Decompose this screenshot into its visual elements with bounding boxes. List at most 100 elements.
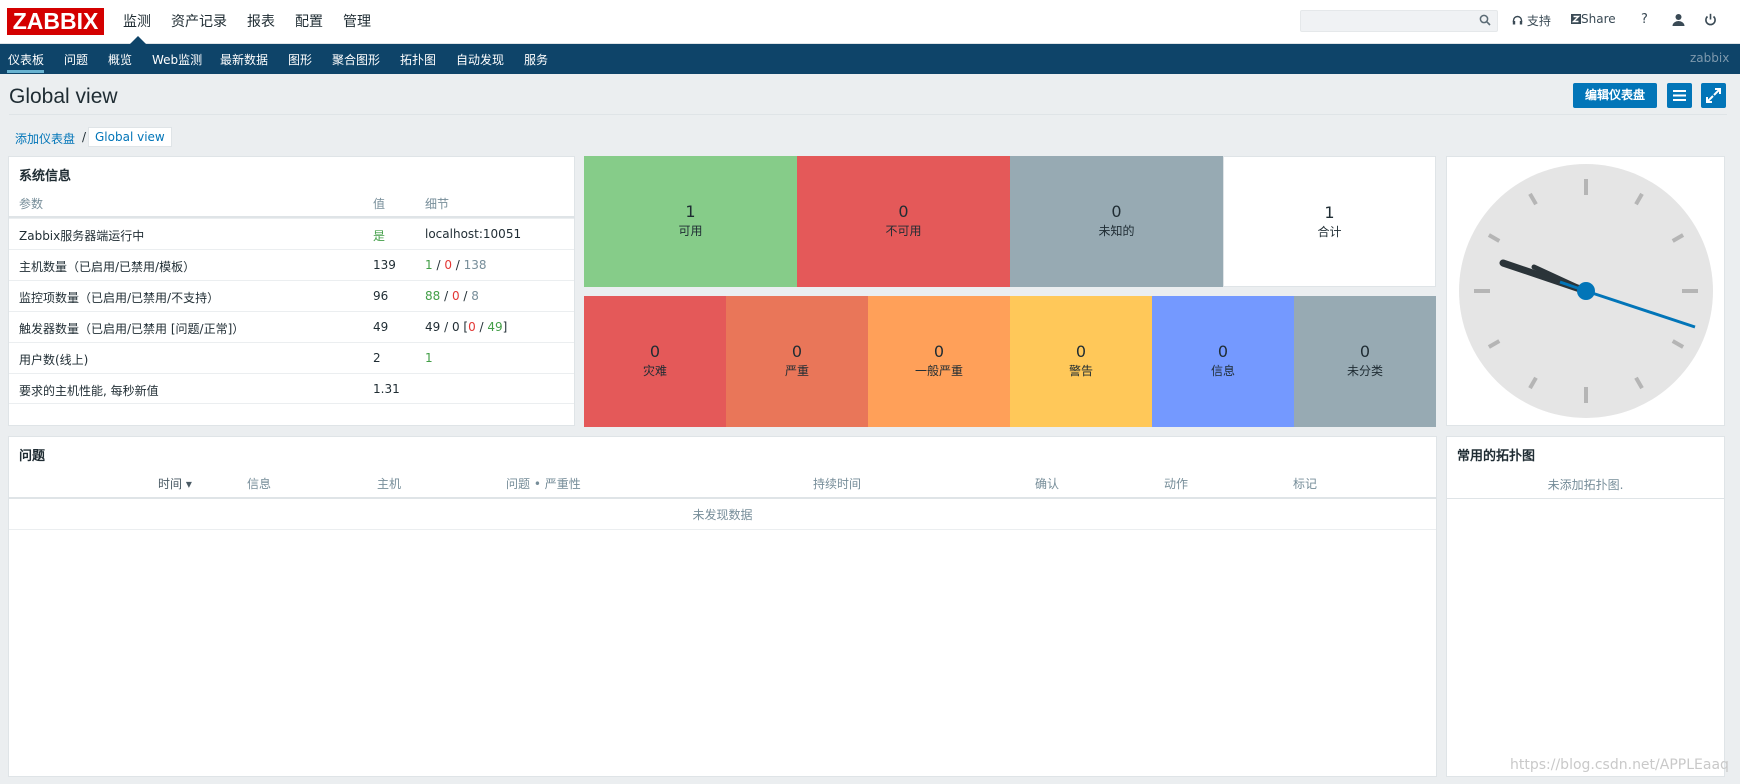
table-row: Zabbix服务器端运行中 是 localhost:10051 (9, 218, 574, 249)
row-param: 触发器数量（已启用/已禁用 [问题/正常]） (19, 322, 245, 336)
severity-warning-block[interactable]: 0 警告 (1010, 296, 1152, 427)
host-available-block[interactable]: 1 可用 (584, 156, 797, 287)
no-data-message: 未发现数据 (692, 508, 753, 522)
sign-out-icon[interactable] (1704, 13, 1717, 26)
row-detail: localhost:10051 (425, 227, 522, 241)
breadcrumb-dashboards[interactable]: 添加仪表盘 (15, 130, 75, 147)
share-label: Share (1581, 12, 1616, 26)
submenu-problems[interactable]: 问题 (64, 51, 88, 68)
row-param: 要求的主机性能, 每秒新值 (19, 384, 159, 398)
widget-title: 问题 (19, 449, 46, 464)
count: 0 (1217, 342, 1229, 361)
host-unknown-block[interactable]: 0 未知的 (1010, 156, 1223, 287)
table-row: 监控项数量（已启用/已禁用/不支持） 96 88 / 0 / 8 (9, 280, 574, 311)
zabbix-logo[interactable]: ZABBIX (7, 8, 104, 35)
col-parameter: 参数 (19, 197, 44, 211)
count: 0 (898, 202, 909, 221)
dashboard-actions-button[interactable] (1667, 83, 1692, 108)
table-row: 主机数量（已启用/已禁用/模板） 139 1 / 0 / 138 (9, 249, 574, 280)
row-detail: 1 / 0 / 138 (425, 258, 487, 272)
fullscreen-button[interactable] (1701, 83, 1726, 108)
severity-disaster-block[interactable]: 0 灾难 (584, 296, 726, 427)
menu-administration[interactable]: 管理 (343, 11, 371, 31)
support-label: 支持 (1526, 14, 1551, 28)
breadcrumb-separator: / (82, 130, 87, 144)
edit-dashboard-button[interactable]: 编辑仪表盘 (1573, 83, 1657, 108)
severity-high-block[interactable]: 0 严重 (726, 296, 868, 427)
menu-monitoring[interactable]: 监测 (123, 11, 151, 31)
col-details: 细节 (425, 197, 450, 211)
label: 合计 (1317, 225, 1342, 239)
top-bar: ZABBIX 监测 资产记录 报表 配置 管理 支持 Share ? (0, 0, 1740, 44)
col-ack: 确认 (1035, 477, 1060, 491)
label: 未知的 (1098, 224, 1135, 238)
count: 0 (1359, 342, 1371, 361)
submenu-screens[interactable]: 聚合图形 (332, 51, 380, 68)
row-value: 139 (373, 258, 396, 272)
help-icon[interactable]: ? (1641, 12, 1648, 27)
submenu-discovery[interactable]: 自动发现 (456, 51, 504, 68)
active-submenu-indicator (7, 70, 44, 73)
submenu-maps[interactable]: 拓扑图 (400, 51, 436, 68)
search-icon[interactable] (1479, 14, 1491, 26)
menu-configuration[interactable]: 配置 (295, 11, 323, 31)
widget-title: 常用的拓扑图 (1457, 449, 1536, 464)
share-link[interactable]: Share (1571, 12, 1616, 26)
breadcrumb-current[interactable]: Global view (88, 127, 172, 147)
count: 0 (791, 342, 803, 361)
col-duration: 持续时间 (813, 477, 862, 491)
severity-information-block[interactable]: 0 信息 (1152, 296, 1294, 427)
search-input[interactable] (1300, 10, 1498, 32)
row-param: Zabbix服务器端运行中 (19, 229, 145, 243)
row-value: 1.31 (373, 382, 400, 396)
share-icon (1571, 14, 1581, 24)
label: 严重 (784, 364, 809, 378)
row-param: 监控项数量（已启用/已禁用/不支持） (19, 291, 220, 305)
row-value: 96 (373, 289, 389, 303)
clock-face (1459, 164, 1713, 418)
submenu-services[interactable]: 服务 (524, 51, 548, 68)
clock-widget (1446, 156, 1725, 426)
count: 0 (1111, 202, 1122, 221)
label: 警告 (1068, 364, 1093, 378)
count: 0 (649, 342, 661, 361)
submenu-overview[interactable]: 概览 (108, 51, 132, 68)
col-info: 信息 (247, 477, 272, 491)
menu-icon (1673, 90, 1686, 101)
row-detail: 49 / 0 [0 / 49] (425, 320, 508, 334)
col-time[interactable]: 时间 ▾ (158, 475, 192, 492)
col-tags: 标记 (1293, 477, 1318, 491)
col-problem-severity: 问题 • 严重性 (506, 477, 581, 491)
row-value: 是 (373, 229, 386, 243)
host-total-block[interactable]: 1 合计 (1223, 156, 1436, 287)
headset-icon (1512, 15, 1523, 25)
fullscreen-icon (1706, 88, 1721, 103)
count: 0 (1075, 342, 1087, 361)
count: 0 (933, 342, 945, 361)
submenu-dashboard[interactable]: 仪表板 (8, 51, 44, 68)
submenu-latest-data[interactable]: 最新数据 (220, 51, 268, 68)
title-divider (9, 114, 1727, 115)
problems-widget: 问题 时间 ▾ 信息 主机 问题 • 严重性 持续时间 确认 动作 标记 未发现… (8, 436, 1437, 777)
severity-average-block[interactable]: 0 一般严重 (868, 296, 1010, 427)
watermark: https://blog.csdn.net/APPLEaaq (1510, 757, 1729, 773)
page-title: Global view (9, 85, 118, 108)
current-user: zabbix (1690, 51, 1730, 65)
row-detail: 88 / 0 / 8 (425, 289, 479, 303)
label: 不可用 (885, 224, 922, 238)
submenu-graphs[interactable]: 图形 (288, 51, 312, 68)
host-unavailable-block[interactable]: 0 不可用 (797, 156, 1010, 287)
table-row: 用户数(线上) 2 1 (9, 342, 574, 373)
user-profile-icon[interactable] (1672, 13, 1685, 26)
menu-reports[interactable]: 报表 (247, 11, 275, 31)
table-row: 要求的主机性能, 每秒新值 1.31 (9, 373, 574, 404)
severity-not-classified-block[interactable]: 0 未分类 (1294, 296, 1436, 427)
row-detail: 1 (425, 351, 433, 365)
label: 可用 (678, 224, 703, 238)
menu-inventory[interactable]: 资产记录 (171, 11, 227, 31)
row-value: 49 (373, 320, 389, 334)
support-link[interactable]: 支持 (1512, 12, 1551, 29)
host-availability-widget: 1 可用 0 不可用 0 未知的 1 合计 (584, 156, 1436, 287)
count: 1 (685, 202, 696, 221)
submenu-web[interactable]: Web监测 (152, 51, 202, 68)
